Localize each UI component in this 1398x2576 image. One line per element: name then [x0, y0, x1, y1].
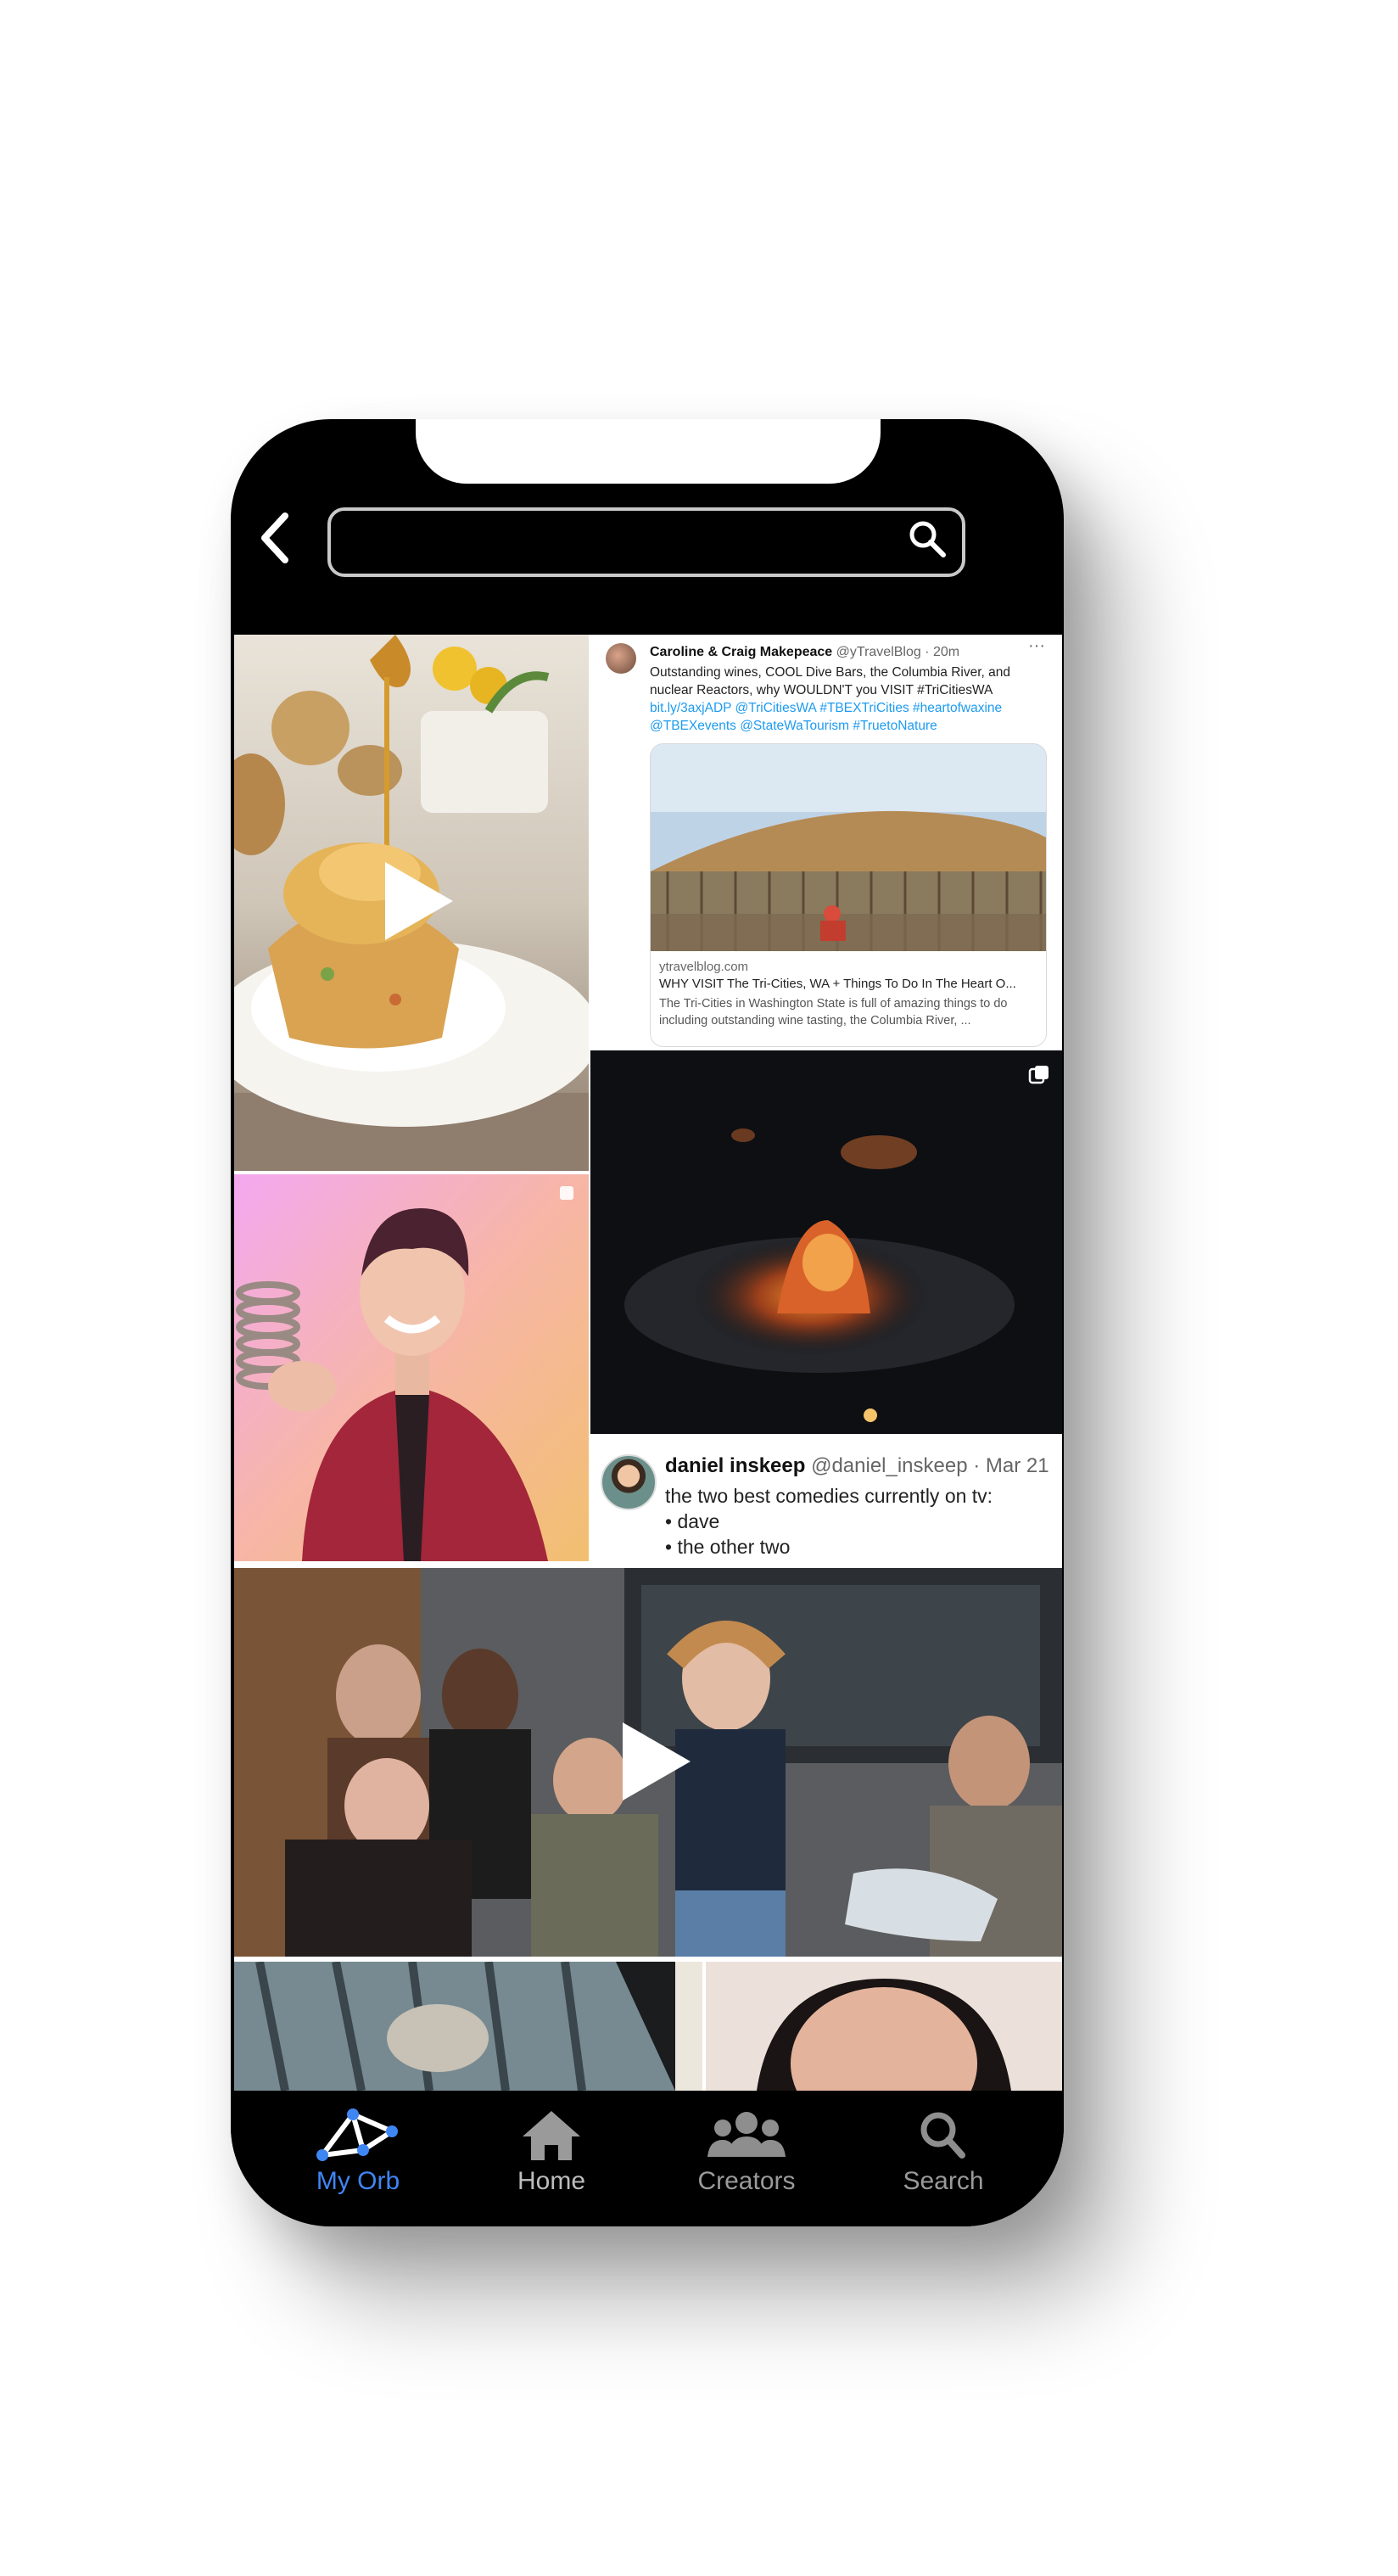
play-icon[interactable] [623, 1722, 691, 1800]
phone-notch [416, 419, 881, 484]
multiple-images-icon [560, 1186, 573, 1200]
image-tile-cosmic[interactable] [590, 1050, 1062, 1434]
nav-label: Search [903, 2167, 984, 2195]
image-tile-partial-left[interactable] [234, 1962, 702, 2091]
nav-creators[interactable]: Creators [662, 2106, 831, 2199]
tweet-header: daniel inskeep @daniel_inskeep · Mar 21 [665, 1454, 1049, 1478]
tweet-links[interactable]: bit.ly/3axjADP @TriCitiesWA #TBEXTriCiti… [650, 699, 1032, 735]
man-red-jacket-image [234, 1174, 589, 1561]
tweet-handle-time: @yTravelBlog · 20m [836, 645, 960, 659]
tweet-author: Caroline & Craig Makepeace [650, 645, 833, 659]
nav-label: My Orb [316, 2167, 400, 2195]
media-feed: Caroline & Craig Makepeace @yTravelBlog … [234, 635, 1062, 2091]
search-bar[interactable] [327, 507, 965, 577]
cosmic-explosion-image [590, 1050, 1062, 1434]
tweet-line: • dave [665, 1510, 720, 1532]
tweet-header: Caroline & Craig Makepeace @yTravelBlog … [650, 645, 959, 660]
tweet-text: Outstanding wines, COOL Dive Bars, the C… [650, 664, 1032, 735]
bottom-nav: My Orb Home Creators Search [231, 2091, 1064, 2226]
avatar [606, 643, 636, 674]
nav-label: Home [517, 2167, 586, 2195]
tweet-line: the two best comedies currently on tv: [665, 1485, 993, 1507]
nav-label: Creators [697, 2167, 796, 2195]
nav-home[interactable]: Home [467, 2106, 636, 2199]
nav-search[interactable]: Search [858, 2106, 1028, 2199]
image-tile-portrait[interactable] [234, 1174, 589, 1561]
more-options-icon[interactable]: ··· [1028, 636, 1045, 656]
partial-image [234, 1962, 702, 2091]
tweet-handle-time: @daniel_inskeep · Mar 21 [811, 1454, 1049, 1477]
link-title: WHY VISIT The Tri-Cities, WA + Things To… [659, 977, 1016, 991]
search-icon[interactable] [903, 514, 953, 565]
vineyard-image [651, 744, 1046, 951]
chevron-left-icon [261, 512, 288, 563]
tweet-line: • the other two [665, 1536, 791, 1558]
video-tile-muffin[interactable] [234, 635, 589, 1171]
tweet-card-comedy[interactable]: daniel inskeep @daniel_inskeep · Mar 21 … [590, 1436, 1062, 1561]
tweet-body: the two best comedies currently on tv: •… [665, 1483, 993, 1560]
search-icon [920, 2112, 965, 2159]
orb-icon [316, 2108, 398, 2161]
play-icon[interactable] [385, 862, 453, 940]
video-tile-band[interactable] [234, 1568, 1062, 1957]
avatar [601, 1454, 657, 1510]
link-description: The Tri-Cities in Washington State is fu… [659, 997, 1008, 1028]
link-domain: ytravelblog.com [659, 960, 749, 974]
phone-frame: Caroline & Craig Makepeace @yTravelBlog … [231, 419, 1064, 2226]
image-tile-partial-right[interactable] [706, 1962, 1062, 2091]
home-icon [523, 2111, 580, 2160]
tweet-card-travel[interactable]: Caroline & Craig Makepeace @yTravelBlog … [590, 635, 1062, 1049]
tweet-author: daniel inskeep [665, 1454, 806, 1477]
link-preview-card[interactable]: ytravelblog.com WHY VISIT The Tri-Cities… [650, 743, 1047, 1047]
back-button[interactable] [248, 504, 307, 572]
people-icon [707, 2112, 786, 2157]
tweet-body: Outstanding wines, COOL Dive Bars, the C… [650, 665, 1011, 697]
search-input[interactable] [348, 511, 894, 575]
multiple-images-icon [1028, 1066, 1048, 1084]
nav-my-orb[interactable]: My Orb [273, 2106, 443, 2199]
partial-image [706, 1962, 1062, 2091]
